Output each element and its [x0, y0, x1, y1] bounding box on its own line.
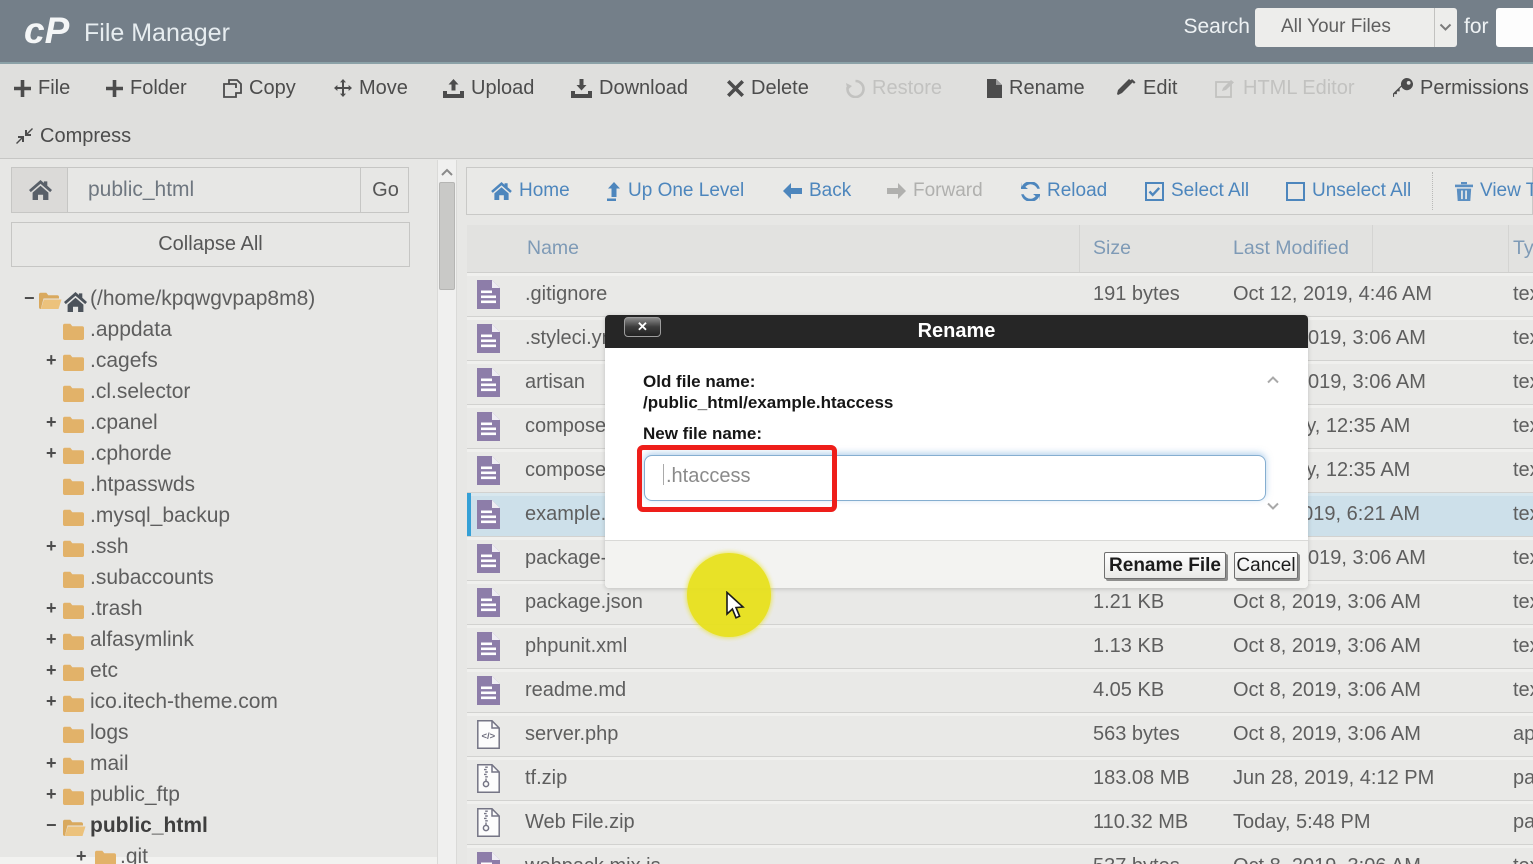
- svg-text:</>: </>: [482, 731, 496, 742]
- svg-text:cP: cP: [24, 12, 70, 51]
